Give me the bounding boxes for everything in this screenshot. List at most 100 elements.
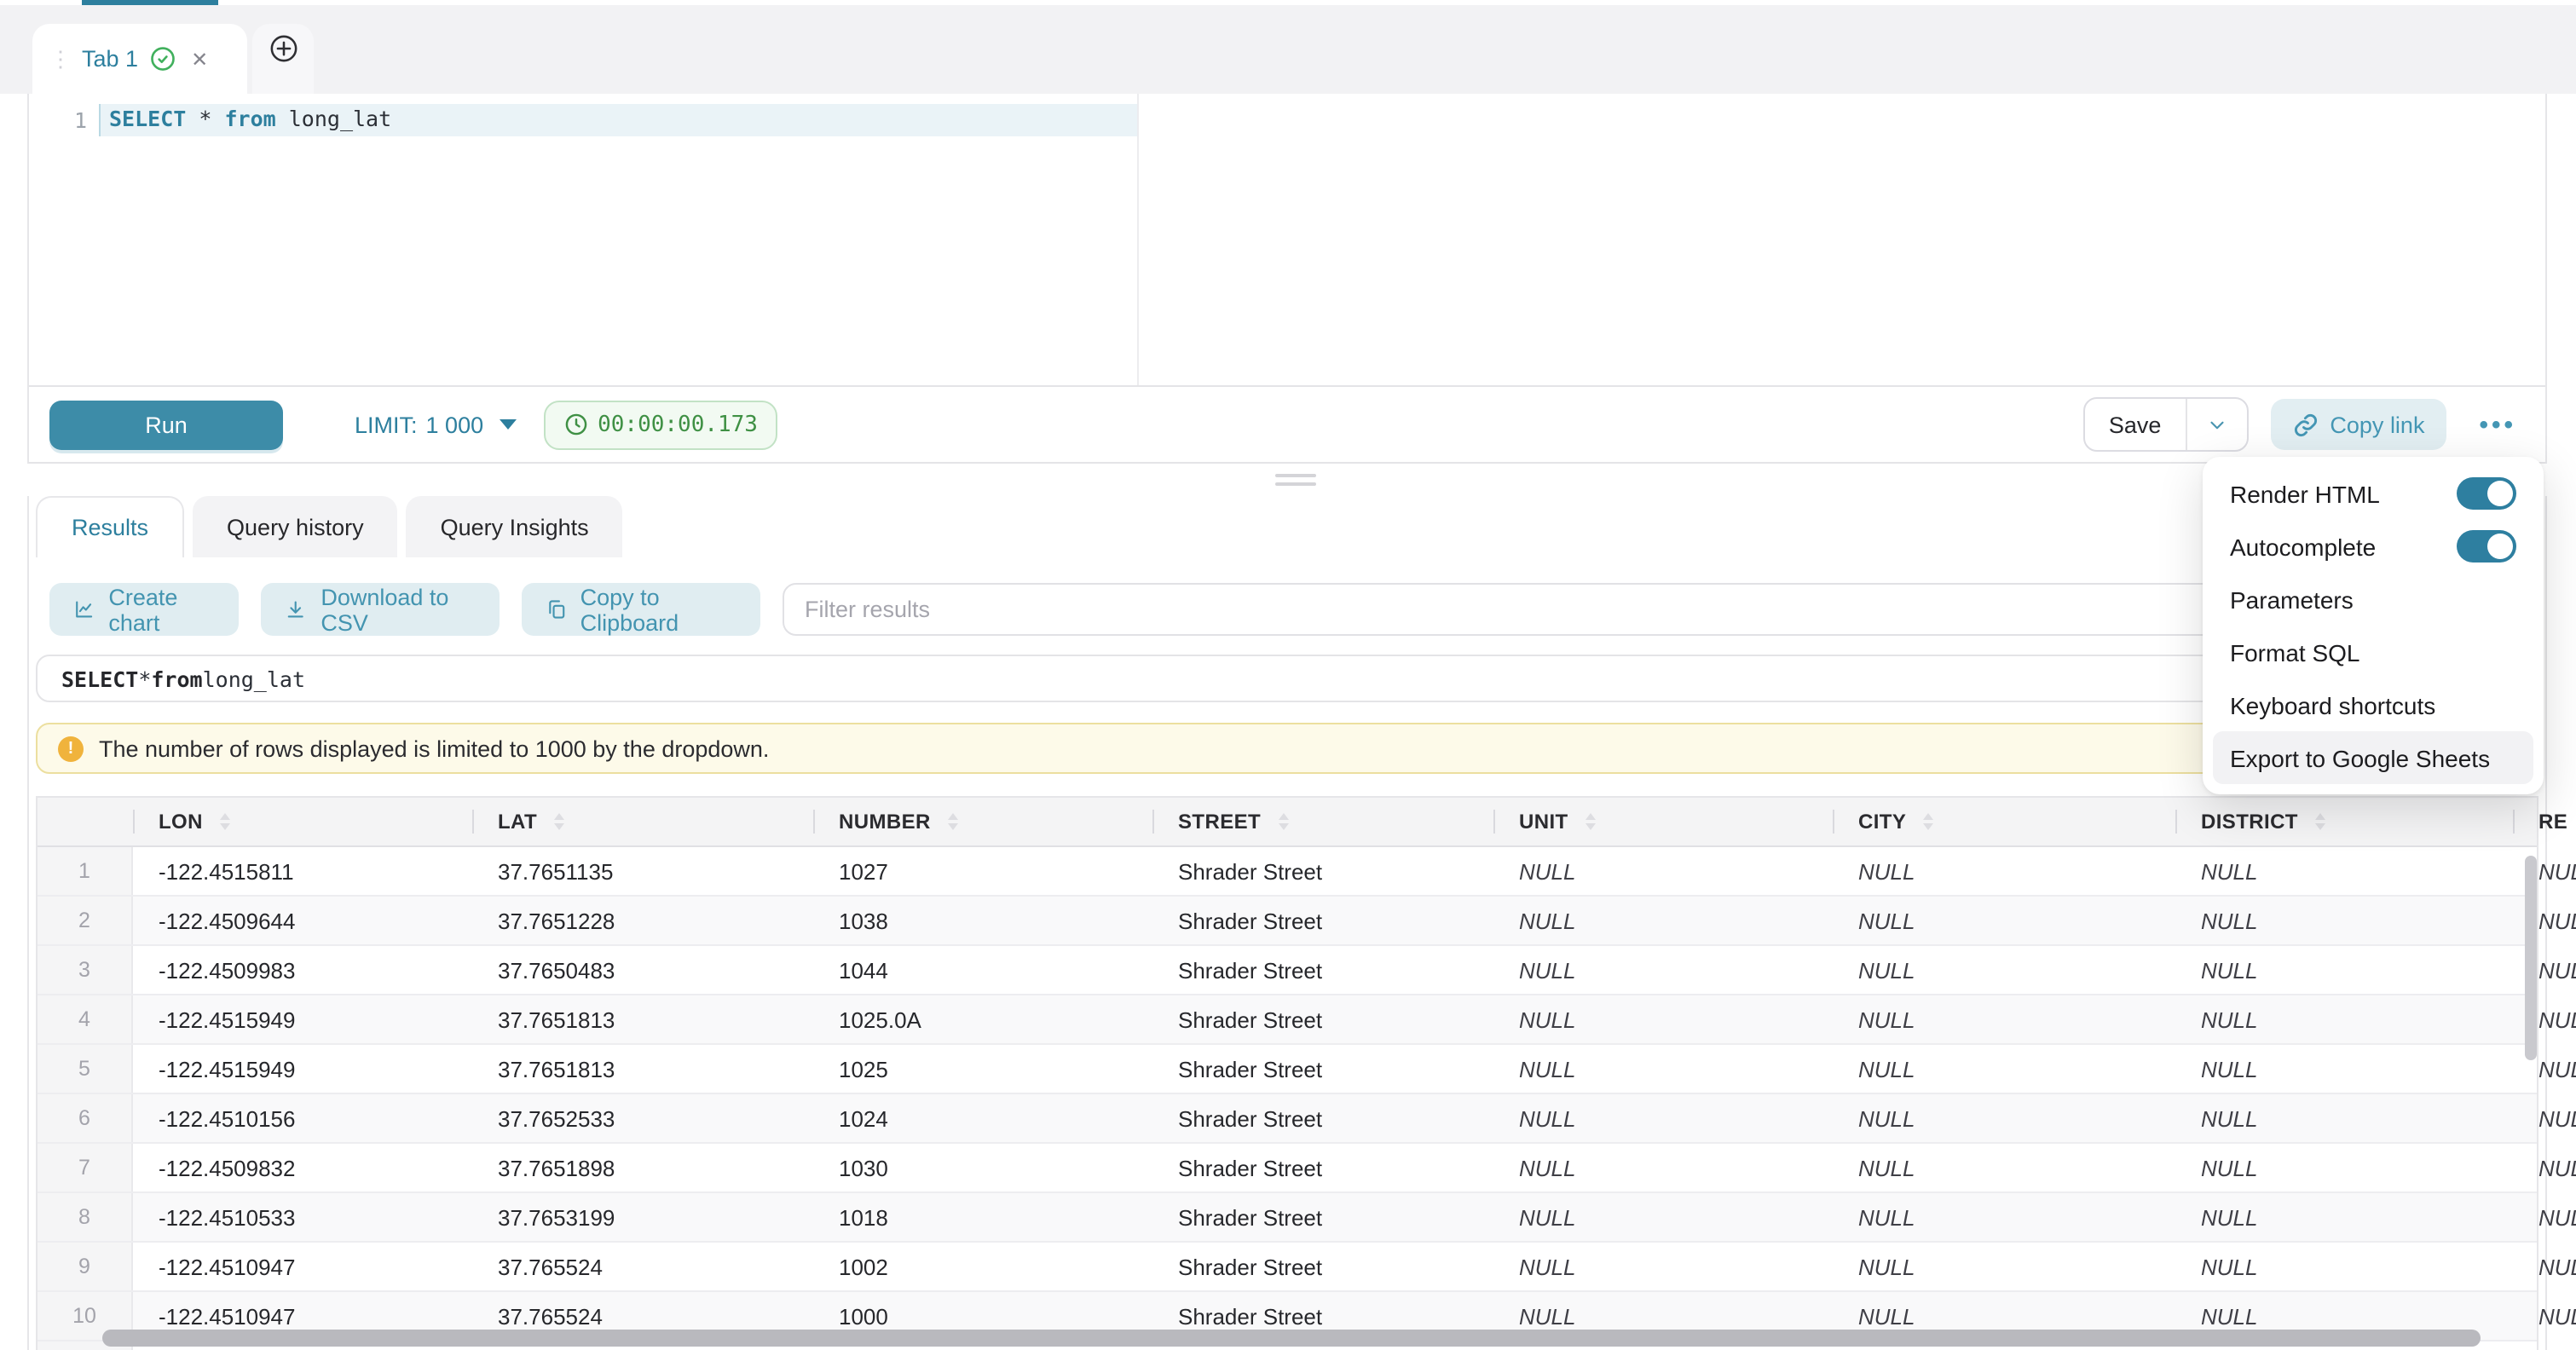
close-tab-icon[interactable]: ✕ [191, 47, 208, 71]
copy-link-button[interactable]: Copy link [2270, 399, 2446, 450]
column-header-number[interactable]: NUMBER [813, 798, 1152, 845]
line-number: 1 [63, 107, 87, 133]
tab-tab1[interactable]: ⋮ Tab 1 ✕ [32, 24, 247, 94]
tab-label[interactable]: Tab 1 [82, 46, 138, 72]
table-cell: NULL [1833, 1094, 2175, 1142]
table-cell: NULL [1833, 1193, 2175, 1241]
table-header-row: LONLATNUMBERSTREETUNITCITYDISTRICTRE [38, 798, 2537, 847]
column-header-street[interactable]: STREET [1152, 798, 1493, 845]
options-menu: Render HTML Autocomplete Parameters Format … [2203, 457, 2544, 794]
menu-item-label: Parameters [2230, 586, 2354, 613]
limit-value: 1 000 [426, 412, 484, 437]
table-cell: 37.7650483 [472, 946, 813, 994]
code-editor[interactable]: 1 SELECT * from long_lat [29, 94, 2545, 385]
horizontal-scrollbar[interactable] [102, 1330, 2481, 1347]
row-number-cell: 8 [38, 1193, 133, 1241]
results-tab-bar: ResultsQuery historyQuery Insights [36, 496, 623, 557]
sort-icon[interactable] [1923, 813, 1933, 830]
column-header-lon[interactable]: LON [133, 798, 472, 845]
sql-text: * [186, 106, 224, 131]
table-row[interactable]: 4-122.451594937.76518131025.0AShrader St… [38, 995, 2537, 1045]
sql-keyword: from [151, 666, 202, 691]
run-bar: Run LIMIT: 1 000 00:00:00.173 Save Copy … [29, 385, 2545, 462]
table-row[interactable]: 9-122.451094737.7655241002Shrader Street… [38, 1243, 2537, 1292]
column-header-label: STREET [1178, 810, 1261, 834]
table-cell: 37.7651898 [472, 1144, 813, 1191]
add-tab-button[interactable] [252, 24, 314, 94]
row-number-cell: 2 [38, 897, 133, 944]
table-cell: NULL [1833, 1144, 2175, 1191]
save-button[interactable]: Save [2085, 399, 2186, 450]
chart-icon [73, 597, 95, 622]
column-header-re[interactable]: RE [2513, 798, 2576, 845]
column-header-label: RE [2538, 810, 2567, 834]
menu-item-autocomplete[interactable]: Autocomplete [2213, 520, 2533, 573]
download-csv-button[interactable]: Download to CSV [262, 583, 499, 636]
sort-icon[interactable] [1278, 813, 1288, 830]
panel-resize-handle[interactable] [1275, 474, 1316, 491]
menu-item-keyboard-shortcuts[interactable]: Keyboard shortcuts [2213, 678, 2533, 731]
table-cell: -122.4510156 [133, 1094, 472, 1142]
row-number-cell: 1 [38, 847, 133, 895]
table-cell: NULL [1833, 847, 2175, 895]
table-cell: -122.4515811 [133, 847, 472, 895]
menu-item-export-to-google-sheets[interactable]: Export to Google Sheets [2213, 731, 2533, 784]
copy-to-clipboard-label: Copy to Clipboard [580, 584, 736, 635]
sort-icon[interactable] [554, 813, 564, 830]
save-options-button[interactable] [2185, 399, 2246, 450]
query-timer-badge: 00:00:00.173 [543, 400, 778, 449]
table-row[interactable]: 3-122.450998337.76504831044Shrader Stree… [38, 946, 2537, 995]
table-cell: -122.4509983 [133, 946, 472, 994]
tab-query-history[interactable]: Query history [193, 496, 398, 557]
limit-dropdown[interactable]: LIMIT: 1 000 [355, 412, 516, 437]
table-cell: 37.7653199 [472, 1193, 813, 1241]
table-row[interactable]: 2-122.450964437.76512281038Shrader Stree… [38, 897, 2537, 946]
column-header-lat[interactable]: LAT [472, 798, 813, 845]
create-chart-button[interactable]: Create chart [49, 583, 240, 636]
table-cell: Shrader Street [1152, 847, 1493, 895]
tab-results[interactable]: Results [36, 496, 184, 557]
menu-item-label: Render HTML [2230, 480, 2380, 507]
row-number-cell: 4 [38, 995, 133, 1043]
menu-item-label: Format SQL [2230, 638, 2360, 666]
table-row[interactable]: 8-122.451053337.76531991018Shrader Stree… [38, 1193, 2537, 1243]
download-csv-label: Download to CSV [321, 584, 475, 635]
column-header-unit[interactable]: UNIT [1493, 798, 1833, 845]
table-row[interactable]: 7-122.450983237.76518981030Shrader Stree… [38, 1144, 2537, 1193]
menu-item-render-html[interactable]: Render HTML [2213, 467, 2533, 520]
table-cell: NULL [2175, 1193, 2513, 1241]
column-header-city[interactable]: CITY [1833, 798, 2175, 845]
sort-icon[interactable] [220, 813, 230, 830]
table-row[interactable]: 1-122.451581137.76511351027Shrader Stree… [38, 847, 2537, 897]
sort-icon[interactable] [1585, 813, 1596, 830]
table-cell: NULL [2175, 1045, 2513, 1093]
table-cell: Shrader Street [1152, 995, 1493, 1043]
table-row[interactable]: 6-122.451015637.76525331024Shrader Stree… [38, 1094, 2537, 1144]
more-options-button[interactable]: ••• [2479, 410, 2516, 439]
query-code-line[interactable]: SELECT * from long_lat [109, 106, 391, 131]
sql-text: long_lat [203, 666, 305, 691]
table-cell: -122.4515949 [133, 1045, 472, 1093]
toggle-switch-on[interactable] [2457, 477, 2516, 510]
editor-divider [1137, 94, 1139, 385]
column-header-label: UNIT [1519, 810, 1568, 834]
copy-link-label: Copy link [2330, 412, 2424, 437]
menu-item-parameters[interactable]: Parameters [2213, 573, 2533, 626]
row-number-cell: 7 [38, 1144, 133, 1191]
copy-to-clipboard-button[interactable]: Copy to Clipboard [521, 583, 760, 636]
vertical-scrollbar[interactable] [2525, 856, 2537, 1060]
tab-query-insights[interactable]: Query Insights [407, 496, 623, 557]
column-header-district[interactable]: DISTRICT [2175, 798, 2513, 845]
toggle-switch-on[interactable] [2457, 530, 2516, 562]
table-cell: NULL [1833, 1243, 2175, 1290]
sort-icon[interactable] [948, 813, 958, 830]
table-cell: Shrader Street [1152, 1144, 1493, 1191]
warning-text: The number of rows displayed is limited … [99, 736, 769, 761]
menu-item-format-sql[interactable]: Format SQL [2213, 626, 2533, 678]
run-button[interactable]: Run [49, 400, 283, 449]
sort-icon[interactable] [2315, 813, 2325, 830]
table-row[interactable]: 5-122.451594937.76518131025Shrader Stree… [38, 1045, 2537, 1094]
drag-handle-icon[interactable]: ⋮ [49, 48, 70, 70]
table-cell: 1038 [813, 897, 1152, 944]
row-number-header [38, 798, 133, 845]
